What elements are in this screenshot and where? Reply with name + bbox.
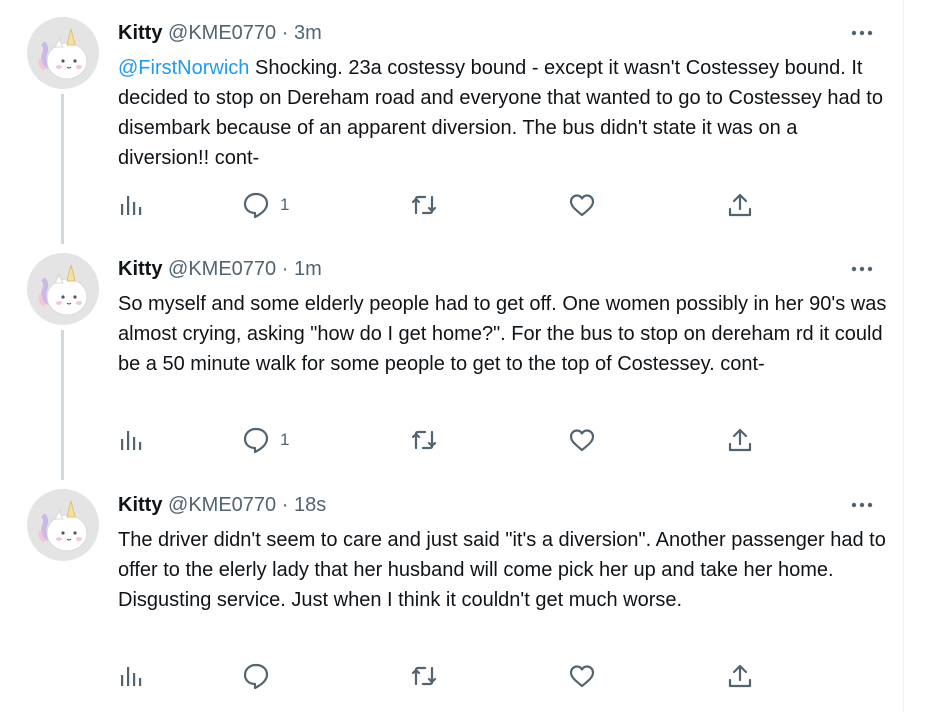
analytics-icon (121, 667, 142, 686)
share-button[interactable] (726, 661, 754, 691)
tweet-text: So myself and some elderly people had to… (118, 289, 888, 379)
user-handle[interactable]: @KME0770 (168, 22, 276, 44)
timestamp[interactable]: 3m (294, 22, 322, 44)
avatar[interactable] (27, 489, 99, 561)
action-bar (118, 661, 778, 691)
reply-count: 1 (280, 195, 290, 214)
display-name[interactable]: Kitty (118, 494, 162, 516)
retweet-icon (411, 430, 437, 450)
tweet-body: The driver didn't seem to care and just … (118, 529, 886, 611)
action-bar: 1 (118, 425, 778, 455)
thread-panel: Kitty @KME0770 · 3m @FirstNorwich Shocki… (0, 0, 904, 712)
display-name[interactable]: Kitty (118, 22, 162, 44)
tweet-header: Kitty @KME0770 · 1m (118, 256, 322, 282)
more-icon (851, 266, 873, 272)
analytics-button[interactable] (118, 190, 144, 220)
reply-icon (243, 192, 269, 219)
retweet-button[interactable] (410, 190, 438, 220)
like-button[interactable] (568, 661, 596, 691)
share-icon (728, 428, 752, 452)
reply-count: 1 (280, 430, 290, 449)
analytics-icon (121, 196, 142, 215)
more-icon (851, 30, 873, 36)
tweet-header: Kitty @KME0770 · 18s (118, 492, 326, 518)
tweet-text: @FirstNorwich Shocking. 23a costessy bou… (118, 53, 888, 173)
like-icon (569, 194, 595, 217)
share-button[interactable] (726, 190, 754, 220)
more-icon (851, 502, 873, 508)
user-handle[interactable]: @KME0770 (168, 494, 276, 516)
retweet-button[interactable] (410, 425, 438, 455)
analytics-button[interactable] (118, 425, 144, 455)
unicorn-avatar-icon (27, 489, 99, 561)
retweet-button[interactable] (410, 661, 438, 691)
avatar[interactable] (27, 253, 99, 325)
share-icon (728, 193, 752, 217)
thread-connector-line (61, 330, 64, 480)
analytics-icon (121, 431, 142, 450)
reply-button[interactable]: 1 (242, 425, 289, 455)
mention-link[interactable]: @FirstNorwich (118, 57, 249, 79)
tweet-2[interactable]: Kitty @KME0770 · 1m So myself and some e… (0, 236, 903, 480)
separator-dot: · (281, 494, 289, 516)
avatar[interactable] (27, 17, 99, 89)
like-icon (569, 665, 595, 688)
separator-dot: · (281, 22, 289, 44)
more-button[interactable] (848, 258, 876, 280)
tweet-header: Kitty @KME0770 · 3m (118, 20, 322, 46)
timestamp[interactable]: 1m (294, 258, 322, 280)
tweet-text: The driver didn't seem to care and just … (118, 525, 888, 615)
retweet-icon (411, 666, 437, 686)
more-button[interactable] (848, 22, 876, 44)
thread-connector-line (61, 94, 64, 244)
unicorn-avatar-icon (27, 17, 99, 89)
like-icon (569, 429, 595, 452)
reply-button[interactable]: 1 (242, 190, 289, 220)
tweet-1[interactable]: Kitty @KME0770 · 3m @FirstNorwich Shocki… (0, 0, 903, 244)
tweet-3[interactable]: Kitty @KME0770 · 18s The driver didn't s… (0, 472, 903, 712)
display-name[interactable]: Kitty (118, 258, 162, 280)
reply-icon (243, 427, 269, 454)
share-icon (728, 664, 752, 688)
tweet-body: So myself and some elderly people had to… (118, 293, 887, 375)
reply-icon (243, 663, 269, 690)
separator-dot: · (281, 258, 289, 280)
action-bar: 1 (118, 190, 778, 220)
more-button[interactable] (848, 494, 876, 516)
share-button[interactable] (726, 425, 754, 455)
timestamp[interactable]: 18s (294, 494, 326, 516)
unicorn-avatar-icon (27, 253, 99, 325)
reply-button[interactable] (242, 661, 280, 691)
analytics-button[interactable] (118, 661, 144, 691)
user-handle[interactable]: @KME0770 (168, 258, 276, 280)
like-button[interactable] (568, 425, 596, 455)
retweet-icon (411, 195, 437, 215)
like-button[interactable] (568, 190, 596, 220)
